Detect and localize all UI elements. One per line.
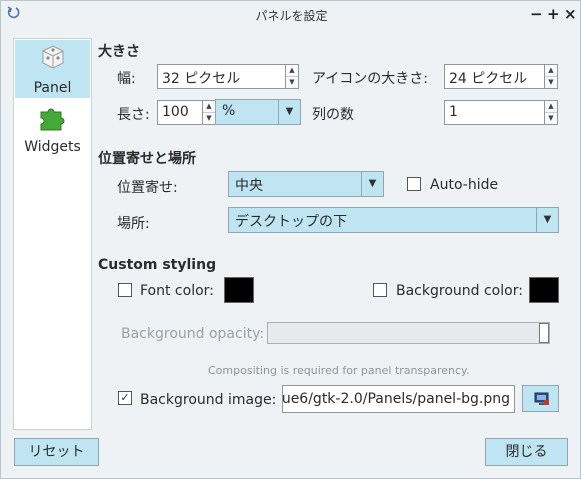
spin-down-icon[interactable]: ▼ [286,76,298,87]
spin-up-icon[interactable]: ▲ [545,65,557,76]
compositing-note: Compositing is required for panel transp… [208,364,470,377]
length-spinner-buttons[interactable]: ▲ ▼ [202,100,216,125]
width-spin-entry[interactable]: 32 ピクセル [157,64,286,89]
length-unit-value: % [222,103,236,119]
autohide-checkbox[interactable] [407,177,421,191]
place-combo[interactable]: デスクトップの下 ▼ [228,207,559,233]
length-label: 長さ: [117,107,150,123]
window-title: パネルを設定 [255,9,328,23]
alignment-value: 中央 [235,178,263,194]
panel-cube-icon [39,43,67,71]
place-label: 場所: [117,216,150,232]
browse-image-button[interactable] [522,385,559,412]
font-color-checkbox[interactable] [118,283,132,297]
size-heading: 大きさ [98,44,140,60]
background-color-swatch[interactable] [529,277,559,303]
dropdown-arrow-icon[interactable]: ▼ [278,100,300,124]
width-spinner-buttons[interactable]: ▲ ▼ [285,64,299,89]
alignment-label: 位置寄せ: [117,180,178,196]
puzzle-piece-icon [38,103,68,133]
sidebar-item-widgets[interactable]: Widgets [15,101,90,161]
dropdown-arrow-icon[interactable]: ▼ [361,172,383,196]
background-image-checkbox[interactable]: ✓ [118,391,132,405]
background-color-checkbox[interactable] [373,283,387,297]
background-opacity-slider[interactable] [267,322,550,344]
width-label: 幅: [117,71,136,87]
minimize-button[interactable]: − [530,5,543,23]
panel-preferences-window: パネルを設定 − + × Panel Widgets 大きさ 幅: 32 ピクセ… [0,0,581,479]
icon-size-spin-entry[interactable]: 24 ピクセル [444,64,545,89]
position-heading: 位置寄せと場所 [98,151,196,167]
title-bar: パネルを設定 − + × [1,1,580,29]
sidebar-item-panel[interactable]: Panel [15,40,90,98]
columns-spin-entry[interactable]: 1 [444,100,545,125]
font-color-label[interactable]: Font color: [140,283,214,299]
background-opacity-label: Background opacity: [121,326,265,342]
spin-down-icon[interactable]: ▼ [545,76,557,87]
close-button[interactable]: 閉じる [485,438,568,466]
spin-up-icon[interactable]: ▲ [545,101,557,112]
reset-button[interactable]: リセット [14,438,99,466]
background-image-path[interactable]: Blue6/gtk-2.0/Panels/panel-bg.png [282,385,515,413]
sidebar: Panel Widgets [13,38,92,430]
icon-size-spinner-buttons[interactable]: ▲ ▼ [544,64,558,89]
sidebar-item-label: Panel [33,80,72,96]
maximize-button[interactable]: + [547,5,560,23]
font-color-swatch[interactable] [224,277,254,303]
monitor-icon [534,391,550,407]
length-spin-entry[interactable]: 100 [157,100,203,125]
background-color-label[interactable]: Background color: [396,283,523,299]
close-window-button[interactable]: × [564,5,577,23]
dropdown-arrow-icon[interactable]: ▼ [536,208,558,232]
slider-handle[interactable] [539,323,549,343]
place-value: デスクトップの下 [235,214,347,230]
alignment-combo[interactable]: 中央 ▼ [228,171,384,197]
spin-down-icon[interactable]: ▼ [545,112,557,123]
sidebar-item-label: Widgets [24,139,81,155]
columns-spinner-buttons[interactable]: ▲ ▼ [544,100,558,125]
length-unit-combo[interactable]: % ▼ [215,99,301,125]
icon-size-label: アイコンの大きさ: [312,71,429,87]
autohide-label[interactable]: Auto-hide [430,177,498,193]
spin-up-icon[interactable]: ▲ [203,101,215,112]
columns-label: 列の数 [312,107,354,123]
background-image-path-text: Blue6/gtk-2.0/Panels/panel-bg.png [282,391,510,407]
spin-down-icon[interactable]: ▼ [203,112,215,123]
background-image-label[interactable]: Background image: [140,392,276,408]
custom-styling-heading: Custom styling [98,257,217,273]
spin-up-icon[interactable]: ▲ [286,65,298,76]
